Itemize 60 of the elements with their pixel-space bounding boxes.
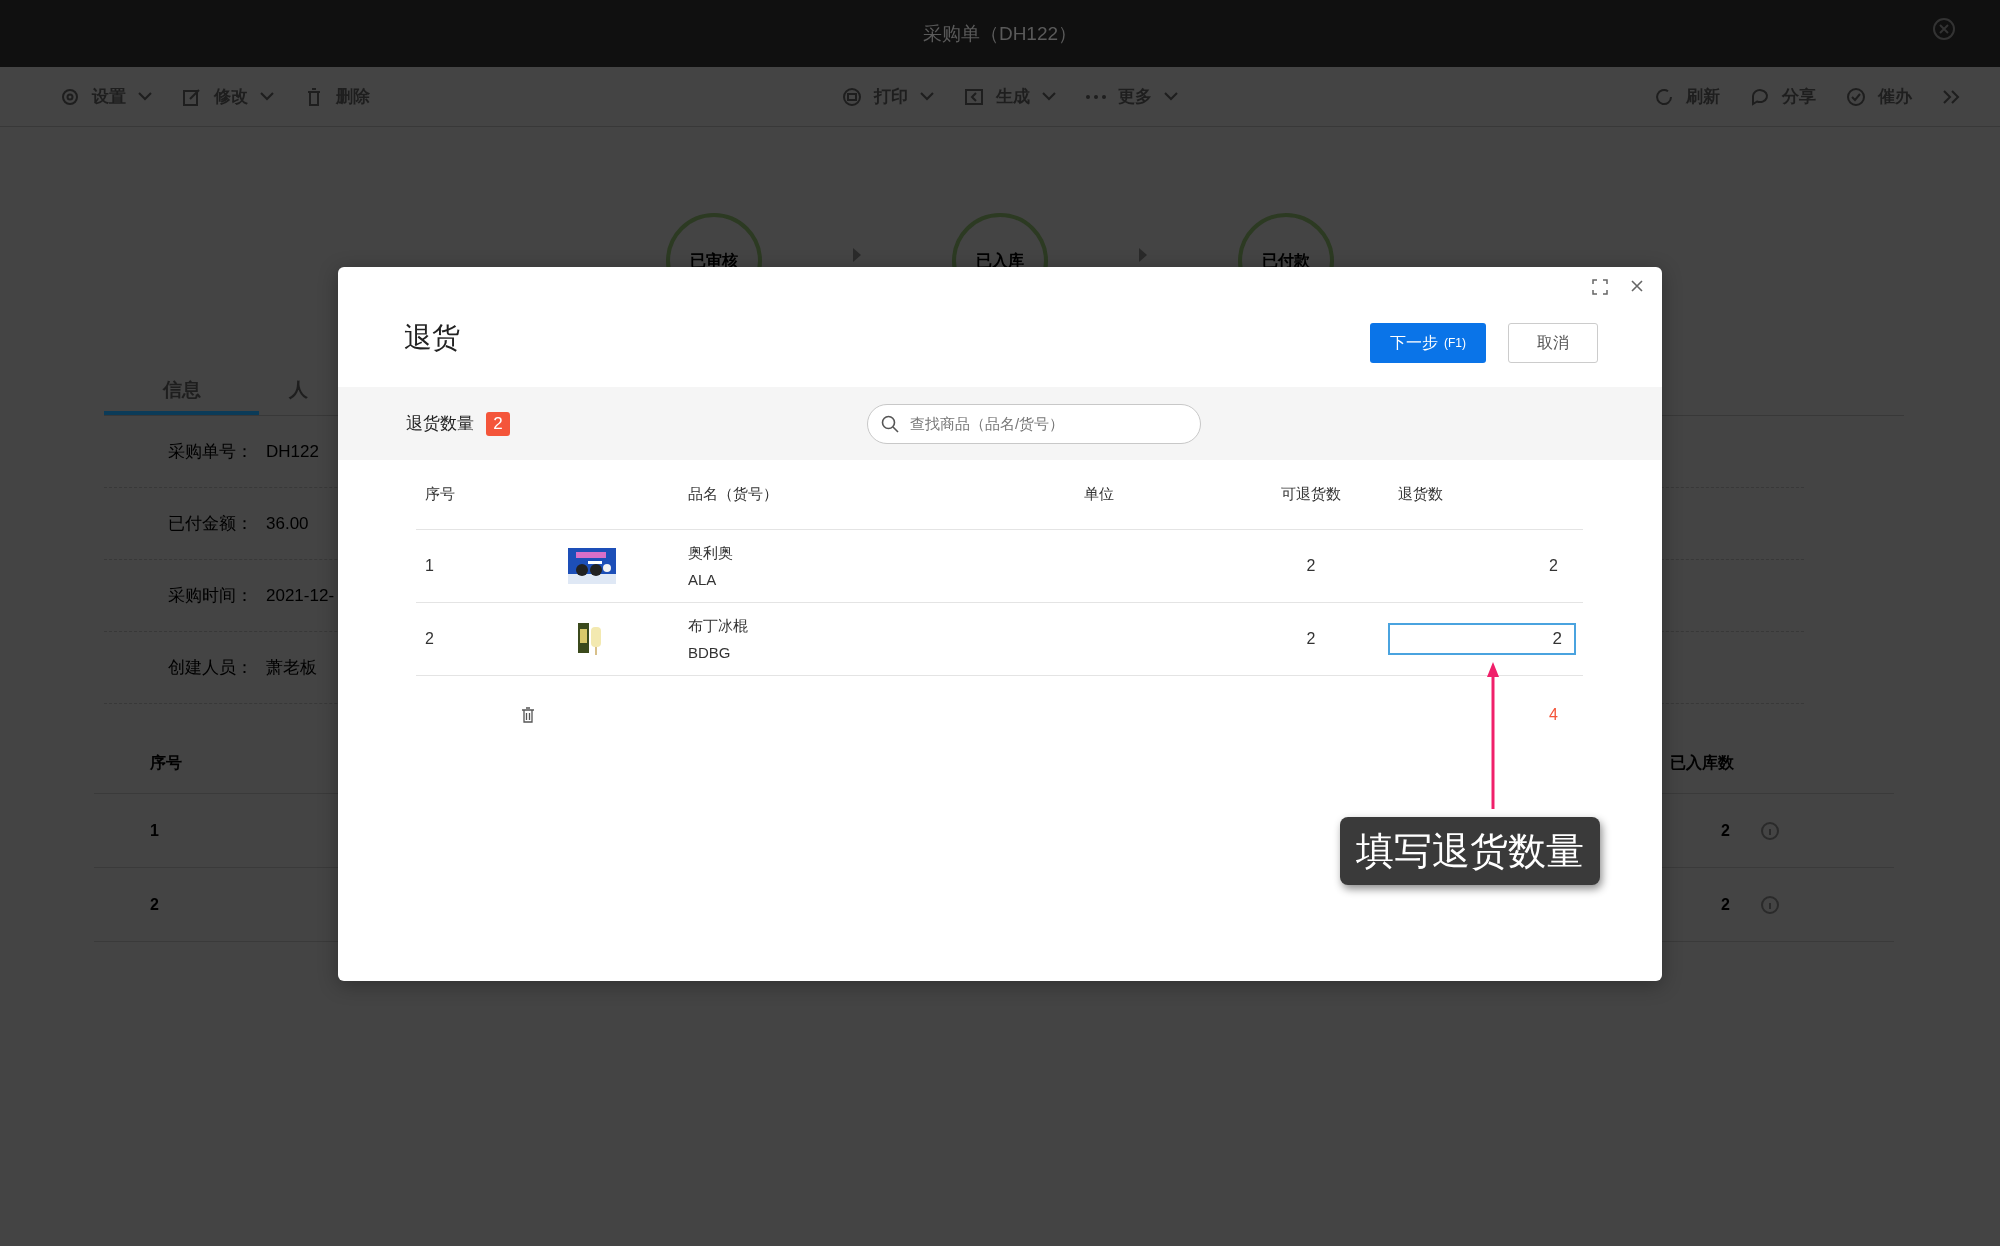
- dialog-title: 退货: [404, 321, 461, 355]
- info-icon[interactable]: [1760, 820, 1780, 841]
- field-value: 萧老板: [266, 657, 317, 679]
- caret-icon: [260, 92, 274, 101]
- field-label: 采购单号：: [168, 441, 254, 463]
- table-cell: 1: [150, 821, 159, 840]
- window-title: 采购单（DH122）: [922, 21, 1078, 46]
- table-cell-text: 2: [1548, 557, 1559, 575]
- search-field[interactable]: 查找商品（品名/货号）: [867, 403, 1201, 444]
- chevron-icon[interactable]: [1942, 88, 1960, 105]
- quantity-input[interactable]: 2: [1388, 623, 1576, 655]
- product-name: 奥利奥: [688, 544, 734, 563]
- table-cell-text: 1: [424, 557, 435, 575]
- column-header: 序号: [424, 485, 456, 504]
- dots-icon: [1086, 94, 1106, 99]
- info-icon[interactable]: [1760, 894, 1780, 915]
- column-header: 已入库数: [1670, 753, 1734, 773]
- product-code: BDBG: [688, 644, 732, 661]
- field-label: 创建人员：: [168, 657, 254, 679]
- caret-icon: [1042, 92, 1056, 101]
- table-cell-text: 2: [1305, 630, 1317, 648]
- printer-icon: [842, 86, 862, 107]
- total-quantity: 4: [1548, 706, 1559, 724]
- table-cell-text: 2: [1720, 895, 1730, 914]
- product-code: ALA: [688, 571, 718, 588]
- field-label: 已付金额：: [168, 513, 254, 535]
- table-cell-text: 2: [1305, 557, 1317, 575]
- search-icon: [881, 414, 899, 433]
- field-value: DH122: [266, 441, 319, 462]
- field-value: 2021-12-: [266, 585, 335, 606]
- arrow-icon: [852, 247, 862, 263]
- table-cell-text: 2: [424, 630, 435, 648]
- field-value: 36.00: [266, 513, 309, 534]
- gear-icon: [60, 86, 80, 107]
- column-header: 序号: [150, 753, 182, 773]
- edit-icon: [182, 86, 202, 107]
- fullscreen-icon[interactable]: [1592, 279, 1608, 295]
- check-circle-icon: [1846, 86, 1866, 107]
- column-header: 可退货数: [1280, 485, 1342, 504]
- next-button[interactable]: 下一步 (F1): [1370, 323, 1486, 363]
- table-cell: 2: [150, 895, 159, 914]
- column-header: 品名（货号）: [688, 485, 779, 504]
- product-name: 布丁冰棍: [688, 617, 749, 636]
- chat-icon: [1750, 86, 1770, 107]
- refresh-icon: [1654, 86, 1674, 107]
- arrow-icon: [1138, 247, 1148, 263]
- count-badge: 2: [486, 411, 510, 436]
- column-header: 退货数: [1397, 485, 1444, 504]
- count-label: 退货数量: [406, 413, 474, 435]
- close-icon[interactable]: [1630, 279, 1644, 293]
- caret-icon: [138, 92, 152, 101]
- column-header: 单位: [1084, 485, 1115, 504]
- field-label: 采购时间：: [168, 585, 254, 607]
- caret-icon: [920, 92, 934, 101]
- export-icon: [964, 86, 984, 107]
- cancel-button[interactable]: 取消: [1508, 323, 1598, 363]
- annotation-callout: 填写退货数量: [1340, 817, 1600, 885]
- caret-icon: [1164, 92, 1178, 101]
- trash-icon[interactable]: [521, 707, 535, 723]
- table-cell-text: 2: [1720, 821, 1730, 840]
